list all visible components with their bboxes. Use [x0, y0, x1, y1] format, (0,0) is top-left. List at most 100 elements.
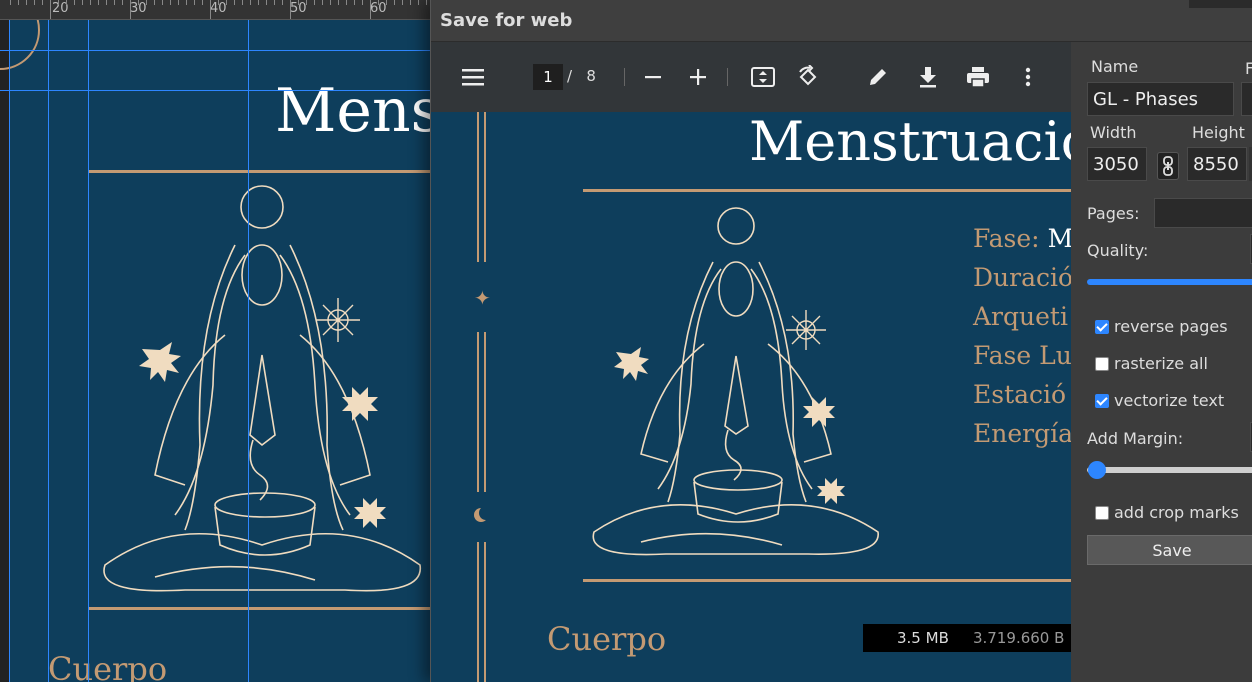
ruler-tick [394, 0, 395, 5]
phase-facts: Fase: M Duració Arqueti Fase Lu Estació … [973, 224, 1071, 458]
ruler-tick [314, 0, 315, 5]
ruler-tick [338, 0, 339, 5]
ruler-tick [34, 0, 35, 5]
dialog-titlebar[interactable]: Save for web [431, 0, 1252, 42]
pdf-page: ✦ Menstruació Fase: M Duració Arqueti Fa… [431, 110, 1071, 682]
download-icon[interactable] [913, 62, 943, 92]
page-title: Menstruació [749, 110, 1071, 173]
margin-slider-knob[interactable] [1088, 461, 1106, 479]
ruler-tick [426, 0, 427, 5]
guide-line[interactable] [9, 20, 10, 682]
ruler-tick [258, 0, 259, 5]
page-total: 8 [586, 67, 596, 85]
rasterize-all-checkbox[interactable] [1095, 357, 1109, 371]
vectorize-text-checkbox[interactable] [1095, 394, 1109, 408]
ruler-tick [186, 0, 187, 5]
page-separator: / [567, 67, 573, 85]
meditating-woman-illustration [592, 207, 879, 556]
moon-icon [479, 506, 493, 520]
ruler-tick [346, 0, 347, 5]
ruler-tick [74, 0, 75, 5]
fact-label: Fase Lu [973, 341, 1071, 370]
fact-row: Energía [973, 419, 1071, 458]
ruler-tick [130, 0, 131, 19]
save-for-web-dialog: Save for web 1 / 8 ✦ Menstruació Fase: M… [430, 0, 1252, 682]
size-bytes: 3.719.660 B [973, 629, 1065, 647]
ruler-tick [210, 0, 211, 19]
fact-label: Duració [973, 263, 1071, 292]
ruler-tick [26, 0, 27, 5]
ruler-tick [162, 0, 163, 5]
ruler-tick [82, 0, 83, 5]
border-line [484, 542, 486, 682]
ruler-tick [122, 0, 123, 5]
width-input[interactable]: 3050 [1087, 147, 1147, 181]
border-line [477, 112, 479, 262]
guide-line[interactable] [48, 20, 49, 682]
fact-label: Fase: [973, 224, 1048, 253]
guide-line[interactable] [248, 20, 249, 682]
pdf-toolbar: 1 / 8 [431, 42, 1071, 112]
ruler-tick [50, 0, 51, 19]
fact-label: Arqueti [973, 302, 1068, 331]
pages-input[interactable] [1154, 198, 1252, 228]
print-icon[interactable] [963, 62, 993, 92]
ruler-tick [202, 0, 203, 5]
border-line [477, 542, 479, 682]
ruler-tick [250, 0, 251, 5]
height-input[interactable]: 8550 [1187, 147, 1247, 181]
size-megabytes: 3.5 MB [897, 629, 949, 647]
reverse-pages-label: reverse pages [1114, 317, 1228, 336]
guide-line[interactable] [0, 50, 440, 51]
ruler-tick [146, 0, 147, 5]
rotate-icon[interactable] [793, 62, 823, 92]
pages-label: Pages: [1087, 204, 1140, 223]
ruler-tick [178, 0, 179, 5]
more-icon[interactable] [1013, 62, 1043, 92]
ruler-tick [42, 0, 43, 5]
fact-label: Energía [973, 419, 1071, 448]
margin-slider[interactable] [1087, 467, 1252, 473]
ruler-tick [274, 0, 275, 5]
guide-line[interactable] [88, 20, 89, 682]
canvas-divider [88, 170, 440, 173]
page-divider [583, 189, 1071, 192]
fit-page-icon[interactable] [748, 62, 778, 92]
document-canvas[interactable]: Mens Cuerpo [0, 20, 440, 682]
fact-row: Fase: M [973, 224, 1071, 263]
ruler-tick [298, 0, 299, 5]
zoom-out-icon[interactable] [638, 62, 668, 92]
format-select[interactable] [1241, 82, 1252, 116]
ruler-tick [402, 0, 403, 5]
fact-value: M [1047, 224, 1071, 253]
decorative-arc [0, 20, 40, 70]
ruler-tick [282, 0, 283, 5]
ruler-tick [90, 0, 91, 5]
canvas-section-heading: Cuerpo [48, 650, 168, 682]
vectorize-text-label: vectorize text [1114, 391, 1225, 410]
ruler-tick [362, 0, 363, 5]
ruler-tick [138, 0, 139, 5]
zoom-in-icon[interactable] [683, 62, 713, 92]
crop-marks-checkbox[interactable] [1095, 506, 1109, 520]
canvas-title-text: Mens [275, 76, 440, 146]
save-button[interactable]: Save [1087, 535, 1252, 565]
reverse-pages-checkbox[interactable] [1095, 320, 1109, 334]
canvas-divider [88, 607, 440, 610]
guide-line[interactable] [0, 90, 440, 91]
ruler-tick [354, 0, 355, 5]
menu-icon[interactable] [458, 62, 488, 92]
ruler-tick [306, 0, 307, 5]
ruler-tick [58, 0, 59, 5]
page-number-input[interactable]: 1 [533, 64, 563, 90]
pen-icon[interactable] [863, 62, 893, 92]
name-input[interactable]: GL - Phases [1087, 82, 1234, 116]
ruler-tick [66, 0, 67, 5]
border-line [477, 332, 479, 492]
link-dimensions-icon[interactable] [1157, 152, 1179, 180]
quality-slider[interactable] [1087, 279, 1252, 285]
star-icon: ✦ [474, 286, 491, 310]
pdf-preview[interactable]: 1 / 8 ✦ Menstruació Fase: M Duració Arqu… [431, 42, 1071, 682]
format-label: F [1245, 59, 1252, 78]
fact-row: Arqueti [973, 302, 1071, 341]
